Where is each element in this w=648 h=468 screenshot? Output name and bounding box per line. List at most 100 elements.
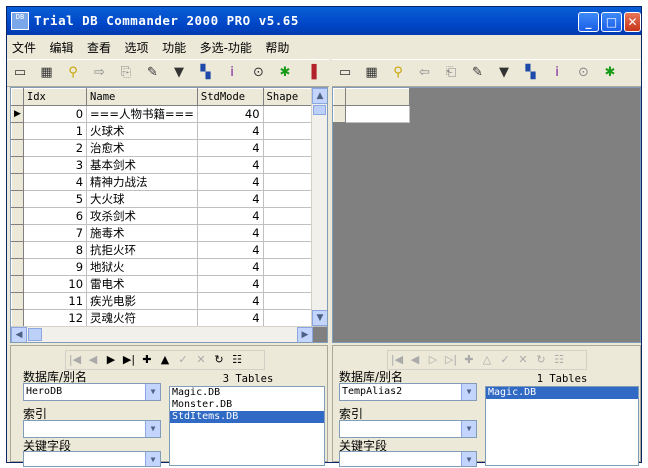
zoom-icon[interactable]: ⊙ bbox=[574, 63, 594, 83]
grid-cell[interactable]: 精神力战法 bbox=[86, 173, 198, 191]
grid-cell[interactable]: 火球术 bbox=[86, 122, 198, 140]
delete-record-icon[interactable]: ▲ bbox=[156, 351, 174, 369]
cancel-edit-icon[interactable]: ✕ bbox=[514, 351, 532, 369]
menu-help[interactable]: 帮助 bbox=[260, 37, 294, 58]
table-row[interactable]: 2治愈术42 bbox=[11, 139, 327, 157]
edit-icon[interactable]: ✎ bbox=[143, 63, 163, 83]
menu-functions[interactable]: 功能 bbox=[157, 37, 191, 58]
edit-icon[interactable]: ✎ bbox=[468, 63, 488, 83]
structure-icon[interactable]: ▚ bbox=[521, 63, 541, 83]
grid-cell[interactable]: 施毒术 bbox=[86, 224, 198, 242]
filter-icon[interactable]: ☷ bbox=[550, 351, 568, 369]
export-icon[interactable]: ⎘ bbox=[116, 63, 136, 83]
grid-cell[interactable]: 9 bbox=[22, 258, 88, 276]
menu-view[interactable]: 查看 bbox=[82, 37, 116, 58]
grid-cell[interactable]: 40 bbox=[196, 105, 264, 123]
grid-cell[interactable]: 4 bbox=[196, 122, 264, 140]
maximize-button[interactable]: □ bbox=[601, 12, 622, 32]
grid-cell[interactable]: 疾光电影 bbox=[86, 292, 198, 310]
first-record-icon[interactable]: |◀ bbox=[66, 351, 84, 369]
grid-cell[interactable]: 0 bbox=[22, 105, 88, 123]
grid-cell[interactable]: 雷电术 bbox=[86, 275, 198, 293]
table-row[interactable]: 10雷电术41 bbox=[11, 275, 327, 293]
menu-multi-functions[interactable]: 多选-功能 bbox=[195, 37, 257, 58]
column-header[interactable] bbox=[345, 88, 410, 106]
info-icon[interactable]: i bbox=[222, 63, 242, 83]
grid-cell[interactable]: 4 bbox=[196, 275, 264, 293]
grid-cell[interactable]: 4 bbox=[196, 241, 264, 259]
grid-cell[interactable]: 治愈术 bbox=[86, 139, 198, 157]
grid-cell[interactable]: 抗拒火环 bbox=[86, 241, 198, 259]
import-icon[interactable]: ⎗ bbox=[441, 63, 461, 83]
menu-edit[interactable]: 编辑 bbox=[45, 37, 79, 58]
grid-cell[interactable]: 地狱火 bbox=[86, 258, 198, 276]
vertical-scrollbar[interactable]: ▲ ▼ bbox=[311, 88, 327, 326]
dropdown-arrow-icon[interactable]: ▼ bbox=[461, 421, 476, 437]
structure-icon[interactable]: ▚ bbox=[196, 63, 216, 83]
run-icon[interactable]: ✱ bbox=[600, 63, 620, 83]
list-item[interactable]: Magic.DB bbox=[170, 387, 324, 399]
dropdown-arrow-icon[interactable]: ▼ bbox=[461, 452, 476, 466]
table-row[interactable]: 4精神力战法42 bbox=[11, 173, 327, 191]
grid-cell[interactable]: 10 bbox=[22, 275, 88, 293]
trash-icon[interactable]: ▼ bbox=[169, 63, 189, 83]
grid-cell[interactable]: 4 bbox=[196, 258, 264, 276]
table-row[interactable]: 3基本剑术40 bbox=[11, 156, 327, 174]
scroll-down-icon[interactable]: ▼ bbox=[312, 310, 327, 326]
scroll-thumb[interactable] bbox=[313, 105, 326, 115]
left-data-grid[interactable]: Idx Name StdMode Shape ▶0===人物书籍===4001火… bbox=[10, 87, 328, 343]
menu-file[interactable]: 文件 bbox=[7, 37, 41, 58]
cancel-edit-icon[interactable]: ✕ bbox=[192, 351, 210, 369]
index-select[interactable]: ▼ bbox=[23, 420, 161, 438]
grid-cell[interactable]: ===人物书籍=== bbox=[86, 105, 198, 123]
horizontal-scrollbar[interactable]: ◀ ▶ bbox=[11, 326, 313, 342]
table-row[interactable] bbox=[333, 105, 410, 123]
table-row[interactable]: 5大火球41 bbox=[11, 190, 327, 208]
filter-icon[interactable]: ☷ bbox=[228, 351, 246, 369]
title-bar[interactable]: DB Trial DB Commander 2000 PRO v5.65 _ □… bbox=[7, 7, 641, 35]
grid-cell[interactable]: 3 bbox=[22, 156, 88, 174]
grid-cell[interactable]: 1 bbox=[22, 122, 88, 140]
table-row[interactable]: 6攻杀剑术40 bbox=[11, 207, 327, 225]
grid-cell[interactable]: 大火球 bbox=[86, 190, 198, 208]
next-record-icon[interactable]: ▷ bbox=[424, 351, 442, 369]
grid-cell[interactable]: 4 bbox=[196, 156, 264, 174]
list-item[interactable]: Monster.DB bbox=[170, 399, 324, 411]
open-folder-icon[interactable]: ▭ bbox=[10, 63, 30, 83]
dropdown-arrow-icon[interactable]: ▼ bbox=[145, 452, 160, 466]
close-button[interactable]: ✕ bbox=[624, 12, 641, 32]
zoom-icon[interactable]: ⊙ bbox=[249, 63, 269, 83]
table-row[interactable]: 8抗拒火环41 bbox=[11, 241, 327, 259]
grid-cell[interactable]: 7 bbox=[22, 224, 88, 242]
grid-cell[interactable]: 11 bbox=[22, 292, 88, 310]
arrow-left-icon[interactable]: ⇦ bbox=[415, 63, 435, 83]
grid-cell[interactable]: 4 bbox=[196, 292, 264, 310]
first-record-icon[interactable]: |◀ bbox=[388, 351, 406, 369]
table-icon[interactable]: ▦ bbox=[37, 63, 57, 83]
tables-list[interactable]: Magic.DB bbox=[485, 386, 639, 466]
grid-cell[interactable]: 8 bbox=[22, 241, 88, 259]
last-record-icon[interactable]: ▶| bbox=[120, 351, 138, 369]
grid-cell[interactable]: 4 bbox=[196, 207, 264, 225]
insert-record-icon[interactable]: ✚ bbox=[460, 351, 478, 369]
grid-cell[interactable]: 4 bbox=[22, 173, 88, 191]
insert-record-icon[interactable]: ✚ bbox=[138, 351, 156, 369]
scroll-left-icon[interactable]: ◀ bbox=[11, 327, 27, 342]
grid-cell[interactable]: 4 bbox=[196, 139, 264, 157]
grid-cell[interactable]: 12 bbox=[22, 309, 88, 327]
table-row[interactable]: 7施毒术42 bbox=[11, 224, 327, 242]
table-row[interactable]: 12灵魂火符42 bbox=[11, 309, 327, 327]
trash-icon[interactable]: ▼ bbox=[494, 63, 514, 83]
refresh-icon[interactable]: ↻ bbox=[532, 351, 550, 369]
table-row[interactable]: ▶0===人物书籍===400 bbox=[11, 105, 327, 123]
sql-icon[interactable]: ⚲ bbox=[63, 63, 83, 83]
dropdown-arrow-icon[interactable]: ▼ bbox=[145, 384, 160, 400]
table-row[interactable]: 11疾光电影41 bbox=[11, 292, 327, 310]
grid-cell[interactable] bbox=[345, 105, 410, 123]
list-item[interactable]: StdItems.DB bbox=[170, 411, 324, 423]
dropdown-arrow-icon[interactable]: ▼ bbox=[461, 384, 476, 400]
grid-cell[interactable]: 2 bbox=[22, 139, 88, 157]
grid-cell[interactable]: 攻杀剑术 bbox=[86, 207, 198, 225]
scroll-thumb[interactable] bbox=[28, 328, 42, 341]
grid-cell[interactable]: 6 bbox=[22, 207, 88, 225]
